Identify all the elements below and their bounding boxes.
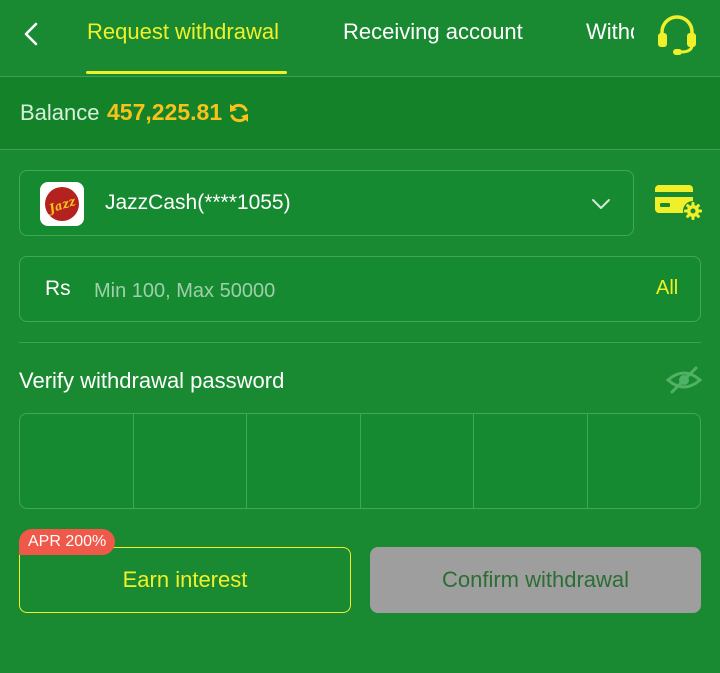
pin-digit-4[interactable]	[361, 414, 474, 508]
password-pin-input[interactable]	[19, 413, 701, 509]
tab-receiving-account[interactable]: Receiving account	[343, 19, 523, 45]
pin-digit-5[interactable]	[474, 414, 588, 508]
confirm-withdrawal-button[interactable]: Confirm withdrawal	[370, 547, 701, 613]
account-name: JazzCash(****1055)	[105, 191, 291, 214]
earn-interest-button[interactable]: Earn interest	[19, 547, 351, 613]
headset-icon[interactable]	[655, 14, 699, 56]
tab-withdrawal-history[interactable]: Withdrawal history	[586, 19, 634, 45]
pin-digit-6[interactable]	[588, 414, 701, 508]
chevron-left-icon[interactable]	[18, 20, 46, 48]
password-label: Verify withdrawal password	[19, 368, 285, 393]
refresh-icon[interactable]	[227, 101, 251, 125]
pin-digit-1[interactable]	[20, 414, 134, 508]
active-tab-indicator	[86, 71, 287, 74]
pin-digit-3[interactable]	[247, 414, 361, 508]
all-amount-button[interactable]: All	[656, 277, 678, 300]
account-select[interactable]: Jazz JazzCash(****1055)	[19, 170, 634, 236]
eye-off-icon[interactable]	[665, 365, 703, 395]
balance-label: Balance	[20, 100, 100, 125]
currency-label: Rs	[45, 277, 71, 300]
tab-request-withdrawal[interactable]: Request withdrawal	[87, 19, 279, 45]
card-settings-icon[interactable]	[653, 182, 703, 222]
jazzcash-logo: Jazz	[40, 182, 84, 226]
top-nav: Request withdrawal Receiving account Wit…	[0, 0, 720, 77]
balance-row: Balance 457,225.81	[0, 77, 720, 150]
balance-amount: 457,225.81	[107, 99, 223, 125]
amount-input[interactable]	[92, 271, 576, 311]
chevron-down-icon	[592, 199, 610, 209]
amount-field: Rs All	[19, 256, 701, 322]
apr-badge: APR 200%	[19, 529, 116, 555]
pin-digit-2[interactable]	[134, 414, 247, 508]
divider	[19, 342, 701, 343]
